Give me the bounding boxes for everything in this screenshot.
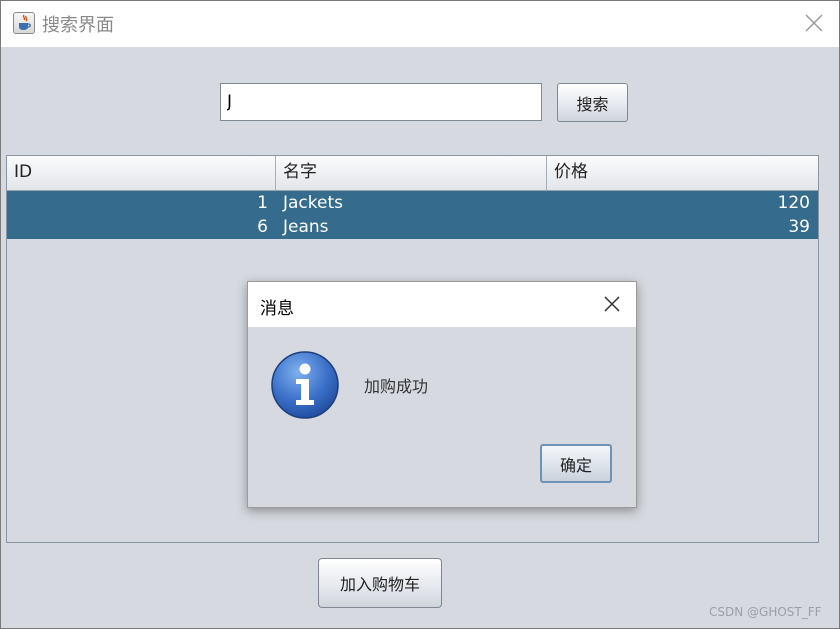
cell-id: 1 <box>257 193 268 213</box>
message-dialog: 消息 加购成功 确定 <box>247 281 637 508</box>
close-icon[interactable] <box>602 294 622 314</box>
add-to-cart-button[interactable]: 加入购物车 <box>318 558 442 608</box>
close-icon[interactable] <box>803 12 825 34</box>
column-header-id[interactable]: ID <box>7 156 276 190</box>
cell-name: Jackets <box>283 193 343 213</box>
title-bar[interactable]: 搜索界面 <box>1 1 839 47</box>
cell-price: 120 <box>777 193 810 213</box>
table-row[interactable]: 1 Jackets 120 <box>7 191 818 215</box>
column-header-name[interactable]: 名字 <box>276 156 547 190</box>
cell-id: 6 <box>257 217 268 237</box>
cell-price: 39 <box>788 217 810 237</box>
table-row[interactable]: 6 Jeans 39 <box>7 215 818 239</box>
dialog-message: 加购成功 <box>364 377 429 396</box>
watermark: CSDN @GHOST_FF <box>709 605 822 619</box>
dialog-title: 消息 <box>260 299 294 319</box>
search-button[interactable]: 搜索 <box>557 83 628 122</box>
dialog-title-bar[interactable]: 消息 <box>248 282 636 327</box>
cell-name: Jeans <box>283 217 329 237</box>
java-cup-icon <box>13 12 35 34</box>
table-header: ID 名字 价格 <box>7 156 818 191</box>
ok-button[interactable]: 确定 <box>540 444 612 483</box>
column-header-price[interactable]: 价格 <box>547 156 818 190</box>
window-title: 搜索界面 <box>42 15 114 36</box>
info-icon <box>270 350 340 420</box>
search-input[interactable] <box>220 83 542 121</box>
